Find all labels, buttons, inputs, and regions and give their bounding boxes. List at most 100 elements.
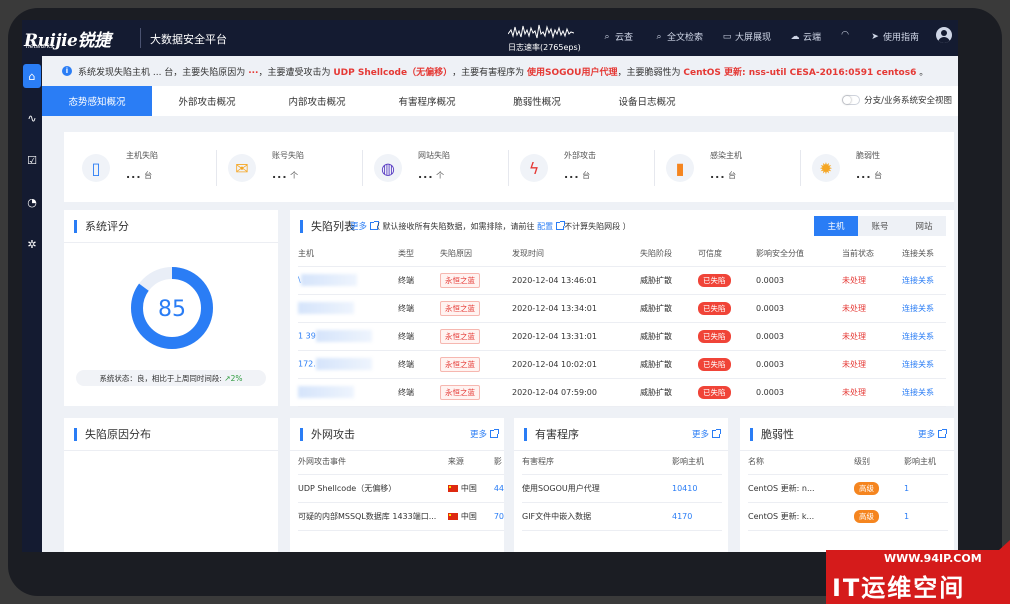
redacted-mask [298,302,354,314]
pie-icon[interactable]: ◔ [22,190,42,214]
pulse-icon[interactable]: ∿ [22,106,42,130]
home-icon[interactable]: ⌂ [23,64,41,88]
table-row[interactable]: \ 终端 永恒之蓝 2020-12-04 13:46:01 威胁扩散 已失陷 0.0003 未… [298,266,946,295]
nav-label: 大屏展现 [735,33,772,43]
event-cell: 可疑的内部MSSQL数据库 1433端口... [298,502,448,531]
status-value: 良 [136,373,145,383]
reason-tag: 永恒之蓝 [440,300,480,316]
send-icon: ➤ [871,31,879,42]
stat-value: ... 台 [856,168,883,181]
count-cell[interactable]: 1 [904,502,948,531]
tab-harmful-program[interactable]: 有害程序概况 [372,86,482,116]
score-cell: 0.0003 [756,322,842,351]
count-cell[interactable]: 10410 [672,474,722,503]
type-cell: 终端 [398,294,440,323]
table-row[interactable]: 使用SOGOU用户代理 10410 [522,474,722,503]
table-row[interactable]: UDP Shellcode（无偏移） 中国 44 [298,474,504,503]
divider [800,150,801,186]
branch-view-toggle[interactable]: 分支/业务系统安全视图 [842,94,952,106]
link-relation[interactable]: 连接关系 [902,266,946,295]
stat-label: 主机失陷 [126,151,158,160]
stat-3[interactable]: ϟ 外部攻击 ... 台 [508,146,660,190]
nav-item-2[interactable]: ▭ 大屏展现 [722,30,772,44]
tab-device-log[interactable]: 设备日志概况 [592,86,702,116]
vuln-name-cell: CentOS 更新: k... [748,502,854,531]
status-change: 2% [230,373,243,383]
nav-item-0[interactable]: ⌕ 云查 [602,30,634,44]
status-compare: ，相比于上周同时间段: [144,373,222,383]
link-relation[interactable]: 连接关系 [902,294,946,323]
nav-label: 云查 [615,33,634,43]
table-row[interactable]: 172. 终端 永恒之蓝 2020-12-04 10:02:01 威胁扩散 已失陷 0.00… [298,350,946,379]
nav-label: 云端 [803,33,822,43]
time-cell: 2020-12-04 10:02:01 [512,350,640,379]
score-cell: 0.0003 [756,350,842,379]
toggle-label: 分支/业务系统安全视图 [864,96,952,106]
score-cell: 0.0003 [756,266,842,295]
table-row[interactable]: 1 39 终端 永恒之蓝 2020-12-04 13:31:01 威胁扩散 已失陷 0.00… [298,322,946,351]
nav-item-3[interactable]: ☁ 云端 [790,30,822,44]
tab-internal-attack[interactable]: 内部攻击概况 [262,86,372,116]
link-relation[interactable]: 连接关系 [902,350,946,379]
seg-website[interactable]: 网站 [902,216,946,236]
globe-icon: ◍ [374,154,402,182]
vuln-more-link[interactable]: 更多 [918,428,947,440]
ext-more-link[interactable]: 更多 [470,428,499,440]
link-relation[interactable]: 连接关系 [902,378,946,407]
reason-tag: 永恒之蓝 [440,356,480,372]
divider [654,150,655,186]
harm-more-link[interactable]: 更多 [692,428,721,440]
table-row[interactable]: 终端 永恒之蓝 2020-12-04 07:59:00 威胁扩散 已失陷 0.0003 未处… [298,378,946,407]
app-window: Ruijie锐捷 networks 大数据安全平台 日志速率(2765eps) … [22,20,958,552]
count-cell[interactable]: 1 [904,474,948,503]
count-cell[interactable]: 44 [493,474,504,503]
seg-account[interactable]: 账号 [858,216,902,236]
notice-text-3: ，主要有害程序为 [452,67,525,78]
nav-item-5[interactable]: ➤ 使用指南 [870,30,919,44]
status-label: 系统状态： [99,373,137,383]
tab-vulnerability[interactable]: 脆弱性概况 [482,86,592,116]
stat-0[interactable]: ▯ 主机失陷 ... 台 [82,146,222,190]
toggle-switch[interactable] [842,95,861,105]
score-status: 系统状态：良，相比于上周同时间段: ↗ 2% [76,370,266,386]
table-row[interactable]: 终端 永恒之蓝 2020-12-04 13:34:01 威胁扩散 已失陷 0.0003 未处… [298,294,946,323]
source-cell: 中国 [447,474,494,503]
score-card: 系统评分 85 系统状态：良，相比于上周同时间段: ↗ 2% [64,210,278,406]
config-link[interactable]: 配置 [537,222,553,231]
vulnerability-card: 脆弱性 更多 名称 级别 影响主机 CentOS 更新: n... 高级 1 CentOS… [740,418,954,552]
search-icon: ⌕ [604,31,610,42]
table-row[interactable]: CentOS 更新: n... 高级 1 [748,474,948,503]
host-ip[interactable]: 172. [298,360,316,369]
tab-external-attack[interactable]: 外部攻击概况 [152,86,262,116]
table-row[interactable]: 可疑的内部MSSQL数据库 1433端口... 中国 70 [298,502,504,531]
user-avatar-icon[interactable] [936,27,952,43]
vuln-title: 脆弱性 [740,418,794,450]
count-cell[interactable]: 4170 [672,502,722,531]
stat-1[interactable]: ✉ 账号失陷 ... 个 [216,146,368,190]
clipboard-icon[interactable]: ☑ [22,148,42,172]
stat-5[interactable]: ✹ 脆弱性 ... 台 [800,146,952,190]
notice-attack: UDP Shellcode（无偏移） [333,67,453,78]
type-cell: 终端 [398,378,440,407]
stats-card: ▯ 主机失陷 ... 台 ✉ 账号失陷 ... 个 ◍ 网站失陷 ... 个 ϟ 外部攻击 ... 台… [64,132,954,202]
lost-title: 失陷列表 [290,210,355,242]
tab-situation[interactable]: 态势感知概况 [42,86,152,116]
nav-item-4[interactable]: ◠ [840,30,853,40]
table-row[interactable]: GIF文件中嵌入数据 4170 [522,502,722,531]
stat-2[interactable]: ◍ 网站失陷 ... 个 [362,146,514,190]
count-cell[interactable]: 70 [493,502,504,531]
program-cell: GIF文件中嵌入数据 [522,502,672,531]
lost-table: 主机 类型 失陷原因 发现时间 失陷阶段 可信度 影响安全分值 当前状态 连接关系 \ 终端 永恒之… [298,242,946,407]
table-row[interactable]: CentOS 更新: k... 高级 1 [748,502,948,531]
link-relation[interactable]: 连接关系 [902,322,946,351]
bug-icon: ✹ [812,154,840,182]
lost-type-segment: 主机 账号 网站 [814,216,946,236]
seg-host[interactable]: 主机 [814,216,858,236]
top-bar: Ruijie锐捷 networks 大数据安全平台 日志速率(2765eps) … [22,20,958,56]
gear-icon[interactable]: ✲ [22,232,42,256]
host-ip[interactable]: 1 39 [298,332,316,341]
stat-label: 感染主机 [710,151,742,160]
notice-bar: i 系统发现失陷主机 ... 台，主要失陷原因为 ... ，主要遭受攻击为 UDP… [42,56,958,86]
nav-item-1[interactable]: ⌕ 全文检索 [654,30,703,44]
stat-4[interactable]: ▮ 感染主机 ... 台 [654,146,806,190]
